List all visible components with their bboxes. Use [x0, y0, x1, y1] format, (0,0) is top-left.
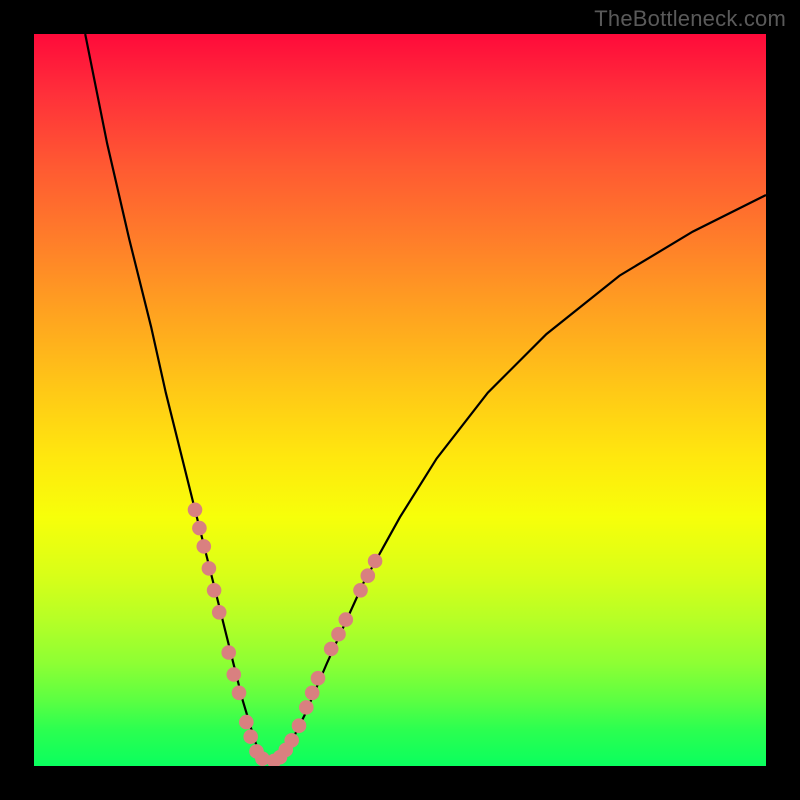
data-marker	[284, 733, 299, 748]
data-marker	[207, 583, 222, 598]
data-marker	[202, 561, 217, 576]
plot-area	[34, 34, 766, 766]
data-marker	[299, 700, 314, 715]
data-marker	[311, 671, 326, 686]
data-marker	[239, 715, 254, 730]
data-marker	[212, 605, 227, 620]
data-marker	[353, 583, 368, 598]
data-marker	[292, 718, 307, 733]
data-marker	[305, 686, 320, 701]
data-marker	[221, 645, 236, 660]
data-marker	[243, 729, 258, 744]
curve-svg	[34, 34, 766, 766]
data-marker	[232, 686, 247, 701]
data-marker	[331, 627, 346, 642]
marker-cluster-right	[267, 554, 383, 766]
data-marker	[188, 503, 203, 518]
marker-cluster-left	[188, 503, 270, 767]
watermark-text: TheBottleneck.com	[594, 6, 786, 32]
data-marker	[192, 521, 207, 536]
bottleneck-curve	[85, 34, 766, 762]
data-marker	[339, 612, 354, 627]
data-marker	[361, 568, 376, 583]
data-marker	[227, 667, 242, 682]
data-marker	[324, 642, 339, 657]
data-marker	[197, 539, 212, 554]
outer-frame: TheBottleneck.com	[0, 0, 800, 800]
data-marker	[368, 554, 383, 569]
